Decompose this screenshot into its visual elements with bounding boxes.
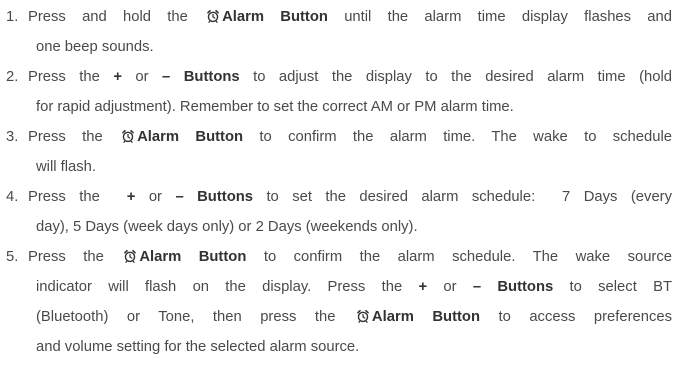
list-item: 2. Press the + or – Buttons to adjust the… <box>0 62 672 122</box>
bold-term: Alarm Button <box>371 309 481 325</box>
text-run: (Bluetooth) or Tone, then press the <box>36 309 354 325</box>
text-run: to set the desired alarm schedule: 7 Day… <box>253 189 672 205</box>
bold-term: Alarm Button <box>137 129 244 145</box>
step-line: and volume setting for the selected alar… <box>28 332 672 362</box>
alarm-clock-icon <box>357 309 369 323</box>
text-run: to select BT <box>553 279 672 295</box>
alarm-clock-icon <box>122 129 134 143</box>
text-run: Press and hold the <box>28 9 205 25</box>
text-run: to access preferences <box>480 309 672 325</box>
step-number: 4. <box>6 189 19 205</box>
step-text: Press the + or – Buttons to adjust the d… <box>0 62 672 122</box>
step-line: will flash. <box>28 152 672 182</box>
step-line: indicator will flash on the display. Pre… <box>28 272 672 302</box>
step-line: (Bluetooth) or Tone, then press the Alar… <box>28 302 672 332</box>
text-run: day), 5 Days (week days only) or 2 Days … <box>36 219 418 235</box>
text-run: or <box>427 279 473 295</box>
step-line: Press the Alarm Button to confirm the al… <box>28 122 672 152</box>
text-run: to confirm the alarm time. The wake to s… <box>243 129 672 145</box>
list-item: 4. Press the + or – Buttons to set the de… <box>0 182 672 242</box>
text-run: for rapid adjustment). Remember to set t… <box>36 99 514 115</box>
alarm-clock-icon <box>124 249 137 263</box>
bold-term: – Buttons <box>472 279 554 295</box>
step-line: Press the Alarm Button to confirm the al… <box>28 242 672 272</box>
step-text: Press and hold the Alarm Button until th… <box>0 2 672 62</box>
list-item: 1. Press and hold the Alarm Button until … <box>0 2 672 62</box>
text-run: and volume setting for the selected alar… <box>36 339 360 355</box>
bold-term: – Buttons <box>162 69 240 85</box>
bold-term: + <box>418 279 428 295</box>
step-text: Press the Alarm Button to confirm the al… <box>0 122 672 182</box>
text-run: Press the <box>28 69 114 85</box>
text-run: or <box>121 69 163 85</box>
text-run: until the alarm time display flashes and <box>327 9 672 25</box>
text-run: or <box>135 189 176 205</box>
step-number: 5. <box>6 249 19 265</box>
instruction-list: 1. Press and hold the Alarm Button until … <box>0 0 682 376</box>
text-run: will flash. <box>36 159 97 175</box>
step-number: 1. <box>6 9 19 25</box>
list-item: 5. Press the Alarm Button to confirm the … <box>0 242 672 362</box>
list-item: 3. Press the Alarm Button to confirm the … <box>0 122 672 182</box>
bold-term: – Buttons <box>175 189 253 205</box>
text-run: Press the <box>28 189 127 205</box>
text-run: to confirm the alarm schedule. The wake … <box>246 249 672 265</box>
step-text: Press the + or – Buttons to set the desi… <box>0 182 672 242</box>
step-number: 3. <box>6 129 19 145</box>
step-line: one beep sounds. <box>28 32 672 62</box>
text-run: to adjust the display to the desired ala… <box>239 69 672 85</box>
step-line: Press the + or – Buttons to adjust the d… <box>28 62 672 92</box>
text-run: Press the <box>28 129 120 145</box>
step-line: for rapid adjustment). Remember to set t… <box>28 92 672 122</box>
bold-term: Alarm Button <box>222 9 328 25</box>
step-line: Press the + or – Buttons to set the desi… <box>28 182 672 212</box>
step-number: 2. <box>6 69 19 85</box>
text-run: indicator will flash on the display. Pre… <box>36 279 419 295</box>
bold-term: Alarm Button <box>139 249 247 265</box>
step-line: Press and hold the Alarm Button until th… <box>28 2 672 32</box>
step-text: Press the Alarm Button to confirm the al… <box>0 242 672 362</box>
bold-term: + <box>113 69 122 85</box>
alarm-clock-icon <box>207 9 219 23</box>
text-run: Press the <box>28 249 122 265</box>
step-line: day), 5 Days (week days only) or 2 Days … <box>28 212 672 242</box>
text-run: one beep sounds. <box>36 39 154 55</box>
